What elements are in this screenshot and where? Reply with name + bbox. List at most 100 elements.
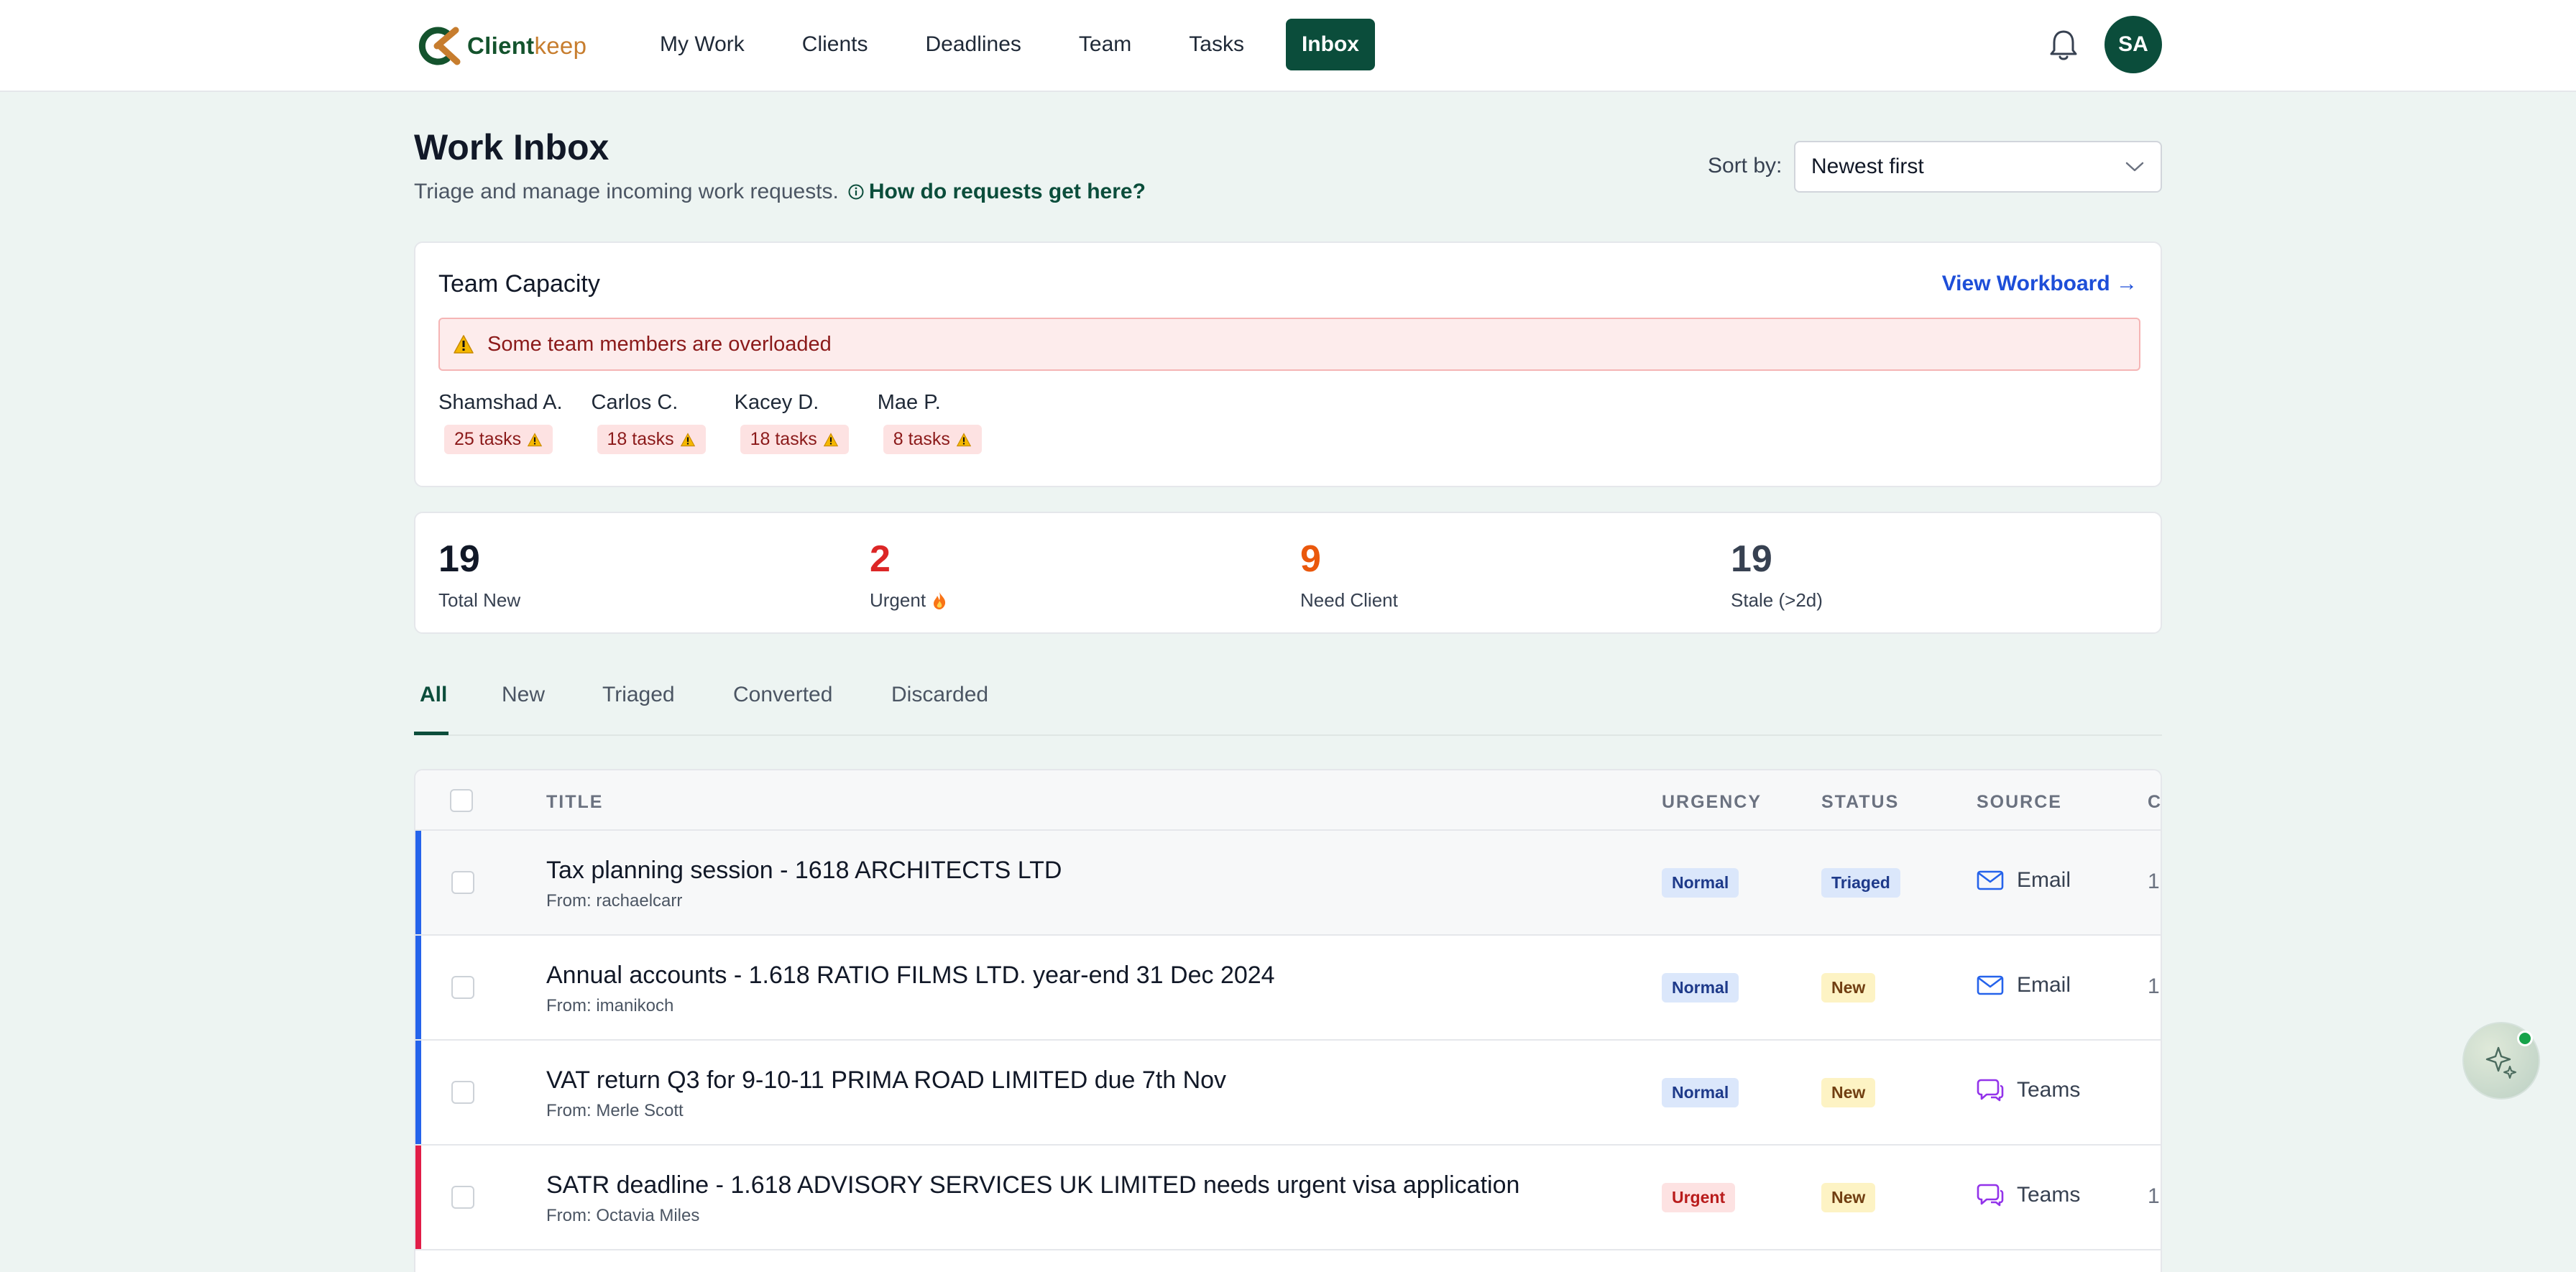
table-row[interactable]: VAT return Q3 for 9-10-11 PRIMA ROAD LIM…	[415, 1041, 2161, 1146]
row-checkbox[interactable]	[451, 976, 474, 999]
row-checkbox[interactable]	[451, 871, 474, 894]
member-name: Mae P.	[877, 391, 941, 414]
sort-value: Newest first	[1811, 155, 1924, 178]
online-status-dot	[2517, 1031, 2533, 1046]
table-header: TITLE URGENCY STATUS SOURCE C	[415, 770, 2161, 831]
tab-converted[interactable]: Converted	[733, 683, 832, 707]
stat-value: 19	[1731, 538, 1772, 580]
row-checkbox[interactable]	[451, 1081, 474, 1104]
urgency-badge: Normal	[1662, 868, 1739, 898]
row-title[interactable]: SATR deadline - 1.618 ADVISORY SERVICES …	[546, 1171, 1519, 1199]
task-count-badge: 18 tasks	[597, 425, 706, 454]
nav-team[interactable]: Team	[1063, 19, 1147, 70]
warning-icon	[956, 432, 972, 446]
row-title[interactable]: Annual accounts - 1.618 RATIO FILMS LTD.…	[546, 962, 1275, 990]
teams-chat-icon	[1977, 1079, 2004, 1102]
team-capacity-card: Team Capacity View Workboard → Some team…	[414, 241, 2162, 487]
row-checkbox[interactable]	[451, 1186, 474, 1209]
row-from: From: imanikoch	[546, 996, 674, 1015]
info-icon	[848, 184, 864, 200]
tab-all[interactable]: All	[420, 683, 447, 707]
member-name: Carlos C.	[591, 391, 678, 414]
created-cell: 16	[2148, 870, 2161, 893]
subtitle-text: Triage and manage incoming work requests…	[414, 180, 839, 203]
row-from: From: Merle Scott	[546, 1101, 684, 1120]
member-name: Shamshad A.	[438, 391, 563, 414]
page-title: Work Inbox	[414, 127, 610, 167]
bell-icon[interactable]	[2048, 29, 2079, 62]
clientkeep-logo[interactable]: Clientkeep	[415, 26, 586, 66]
team-member[interactable]: Kacey D. 18 tasks	[735, 391, 849, 454]
email-icon	[1977, 975, 2004, 995]
tab-discarded[interactable]: Discarded	[891, 683, 988, 707]
table-row[interactable]: Annual accounts - 1.618 RATIO FILMS LTD.…	[415, 936, 2161, 1041]
inbox-stats-card: 19 Total New 2 Urgent 9 Need Client 19 S…	[414, 512, 2162, 634]
team-member[interactable]: Carlos C. 18 tasks	[592, 391, 706, 454]
table-row[interactable]: Tax planning session - 1618 ARCHITECTS L…	[415, 831, 2161, 936]
nav-deadlines[interactable]: Deadlines	[909, 19, 1036, 70]
teams-chat-icon	[1977, 1184, 2004, 1207]
stat-total-new[interactable]: 19 Total New	[438, 538, 520, 612]
stat-urgent[interactable]: 2 Urgent	[870, 538, 947, 612]
sparkle-icon	[2485, 1046, 2516, 1079]
tab-triaged[interactable]: Triaged	[602, 683, 675, 707]
user-avatar[interactable]: SA	[2104, 16, 2162, 73]
urgency-badge: Normal	[1662, 973, 1739, 1003]
row-urgency-bar	[415, 1146, 421, 1249]
team-member[interactable]: Shamshad A. 25 tasks	[438, 391, 563, 454]
row-urgency-bar	[415, 936, 421, 1039]
status-badge: Triaged	[1821, 868, 1900, 898]
page-subtitle: Triage and manage incoming work requests…	[414, 180, 1146, 204]
stat-value: 19	[438, 538, 480, 580]
table-row[interactable]: SATR deadline - 1.618 ADVISORY SERVICES …	[415, 1146, 2161, 1250]
row-title[interactable]: Tax planning session - 1618 ARCHITECTS L…	[546, 857, 1062, 885]
source-cell: Teams	[1977, 1183, 2080, 1207]
stat-need-client[interactable]: 9 Need Client	[1300, 538, 1398, 612]
logo-text: Clientkeep	[467, 32, 587, 59]
stat-label: Urgent	[870, 589, 947, 612]
column-header-created[interactable]: C	[2148, 792, 2161, 813]
created-cell: 1.	[2148, 974, 2161, 998]
nav-inbox[interactable]: Inbox	[1285, 19, 1375, 70]
column-header-urgency[interactable]: URGENCY	[1662, 792, 1762, 813]
status-badge: New	[1821, 1078, 1876, 1107]
source-cell: Email	[1977, 973, 2071, 997]
row-title[interactable]: VAT return Q3 for 9-10-11 PRIMA ROAD LIM…	[546, 1066, 1226, 1094]
help-link[interactable]: How do requests get here?	[869, 180, 1146, 204]
task-count-badge: 25 tasks	[444, 425, 553, 454]
created-cell: 1.	[2148, 1184, 2161, 1208]
urgency-badge: Normal	[1662, 1078, 1739, 1107]
row-from: From: Octavia Miles	[546, 1206, 700, 1225]
tab-new[interactable]: New	[502, 683, 545, 707]
main-nav: My Work Clients Deadlines Team Tasks Inb…	[644, 19, 1401, 70]
ai-assistant-button[interactable]	[2462, 1022, 2540, 1100]
email-icon	[1977, 870, 2004, 890]
nav-clients[interactable]: Clients	[786, 19, 884, 70]
task-count-badge: 18 tasks	[740, 425, 849, 454]
sort-dropdown[interactable]: Newest first	[1794, 141, 2162, 193]
select-all-checkbox[interactable]	[450, 789, 473, 812]
stat-value: 9	[1300, 538, 1321, 580]
inbox-table: TITLE URGENCY STATUS SOURCE C Tax planni…	[414, 769, 2162, 1272]
stat-label: Need Client	[1300, 589, 1398, 611]
stat-stale[interactable]: 19 Stale (>2d)	[1731, 538, 1823, 612]
warning-icon	[454, 335, 474, 354]
flame-icon	[934, 591, 946, 609]
source-label: Teams	[2017, 1183, 2081, 1207]
stat-value: 2	[870, 538, 891, 580]
status-badge: New	[1821, 1183, 1876, 1212]
alert-text: Some team members are overloaded	[487, 332, 832, 356]
overload-alert: Some team members are overloaded	[438, 318, 2140, 371]
view-workboard-link[interactable]: View Workboard →	[1942, 272, 2138, 296]
column-header-title[interactable]: TITLE	[546, 792, 603, 813]
nav-my-work[interactable]: My Work	[644, 19, 760, 70]
warning-icon	[527, 432, 543, 446]
column-header-source[interactable]: SOURCE	[1977, 792, 2062, 813]
row-urgency-bar	[415, 1041, 421, 1144]
source-cell: Email	[1977, 868, 2071, 893]
team-member[interactable]: Mae P. 8 tasks	[878, 391, 982, 454]
column-header-status[interactable]: STATUS	[1821, 792, 1899, 813]
row-from: From: rachaelcarr	[546, 891, 683, 911]
member-name: Kacey D.	[734, 391, 819, 414]
nav-tasks[interactable]: Tasks	[1173, 19, 1260, 70]
